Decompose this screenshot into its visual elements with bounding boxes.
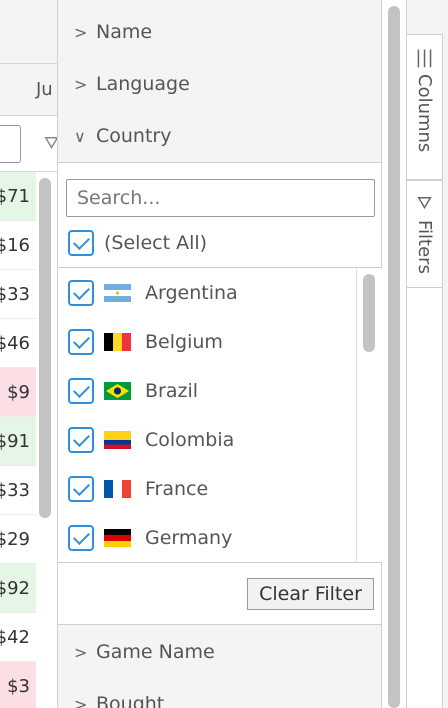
panel-scrollbar-thumb[interactable] <box>388 6 400 708</box>
chevron-right-icon: > <box>74 22 88 42</box>
select-all-option[interactable]: (Select All) <box>68 230 207 256</box>
section-label: Bought <box>96 693 165 708</box>
table-row[interactable]: $9 <box>0 368 36 417</box>
france-flag-icon <box>104 479 131 498</box>
chevron-down-icon: ∨ <box>74 126 86 146</box>
price-cell: $33 <box>0 479 30 501</box>
filter-section-country[interactable]: ∨ Country <box>58 118 381 154</box>
floating-filter-input[interactable] <box>0 125 21 163</box>
filter-search-input[interactable] <box>66 179 375 217</box>
columns-icon: ||| <box>415 47 434 68</box>
table-row[interactable]: $91 <box>0 417 36 466</box>
filter-section-language[interactable]: > Language <box>58 66 381 102</box>
belgium-flag-icon <box>104 332 131 351</box>
section-label: Game Name <box>96 641 215 663</box>
list-scrollbar-thumb[interactable] <box>363 274 375 352</box>
tab-filters[interactable]: ⛛ Filters <box>407 180 443 288</box>
clear-filter-button[interactable]: Clear Filter <box>247 578 374 610</box>
list-item[interactable]: Belgium <box>58 317 356 366</box>
table-row[interactable]: $16 <box>0 221 36 270</box>
item-label: Brazil <box>145 379 199 402</box>
grid-scrollbar[interactable] <box>36 172 56 708</box>
price-cell: $71 <box>0 185 30 207</box>
set-filter-body: (Select All) Argentina Belgium <box>58 163 382 625</box>
colombia-flag-icon <box>104 430 131 449</box>
checkbox[interactable] <box>68 524 94 551</box>
item-label: Belgium <box>145 330 223 353</box>
divider <box>58 562 381 563</box>
table-row[interactable]: $33 <box>0 466 36 515</box>
select-all-label: (Select All) <box>104 232 208 254</box>
section-label: Country <box>96 125 172 147</box>
brazil-flag-icon <box>104 381 131 400</box>
checkbox[interactable] <box>68 377 94 404</box>
panel-scrollbar[interactable] <box>382 0 406 708</box>
grid-scrollbar-thumb[interactable] <box>39 178 51 518</box>
section-label: Name <box>96 21 153 43</box>
price-cell: $46 <box>0 332 30 354</box>
chevron-right-icon: > <box>74 74 88 94</box>
price-cell: $29 <box>0 528 30 550</box>
price-cell: $33 <box>0 283 30 305</box>
filter-section-game-name[interactable]: > Game Name <box>58 634 381 670</box>
price-cell: $9 <box>7 381 30 403</box>
table-row[interactable]: $92 <box>0 564 36 613</box>
list-scrollbar[interactable] <box>356 268 382 562</box>
price-cell: $92 <box>0 577 30 599</box>
side-bar: ||| Columns ⛛ Filters <box>406 0 448 708</box>
price-cell: $42 <box>0 626 30 648</box>
table-row[interactable]: $46 <box>0 319 36 368</box>
column-header-label: Ju <box>36 79 53 100</box>
filters-tool-panel: > Name > Language ∨ Country (Select All)… <box>57 0 382 708</box>
table-row[interactable]: $42 <box>0 613 36 662</box>
item-label: Germany <box>145 526 233 549</box>
tab-columns[interactable]: ||| Columns <box>407 34 443 180</box>
argentina-flag-icon <box>104 283 131 302</box>
chevron-right-icon: > <box>74 694 88 708</box>
tab-label: Filters <box>414 220 435 274</box>
table-row[interactable]: $33 <box>0 270 36 319</box>
table-row[interactable]: $71 <box>0 172 36 221</box>
list-item[interactable]: France <box>58 464 356 513</box>
checkbox[interactable] <box>68 475 94 502</box>
price-cell: $91 <box>0 430 30 452</box>
grid-header-bar <box>0 0 60 64</box>
country-value-list: Argentina Belgium Brazil Colombia France… <box>58 268 356 562</box>
item-label: Colombia <box>145 428 235 451</box>
germany-flag-icon <box>104 528 131 547</box>
grid-rows: $71 $16 $33 $46 $9 $91 $33 $29 $92 $42 $… <box>0 172 36 708</box>
table-row[interactable]: $3 <box>0 662 36 708</box>
item-label: Argentina <box>145 281 238 304</box>
checkbox[interactable] <box>68 426 94 453</box>
tab-label: Columns <box>414 74 435 153</box>
list-item[interactable]: Brazil <box>58 366 356 415</box>
list-item[interactable]: Colombia <box>58 415 356 464</box>
table-row[interactable]: $29 <box>0 515 36 564</box>
filter-section-name[interactable]: > Name <box>58 14 381 50</box>
checkbox[interactable] <box>68 279 94 306</box>
list-item[interactable]: Argentina <box>58 268 356 317</box>
price-cell: $3 <box>7 675 30 697</box>
side-bar-fill <box>407 288 443 708</box>
filter-icon: ⛛ <box>416 193 433 214</box>
section-label: Language <box>96 73 190 95</box>
select-all-checkbox[interactable] <box>68 230 94 256</box>
chevron-right-icon: > <box>74 642 88 662</box>
list-item[interactable]: Germany <box>58 513 356 562</box>
price-cell: $16 <box>0 234 30 256</box>
filter-section-bought[interactable]: > Bought <box>58 686 381 708</box>
item-label: France <box>145 477 209 500</box>
checkbox[interactable] <box>68 328 94 355</box>
